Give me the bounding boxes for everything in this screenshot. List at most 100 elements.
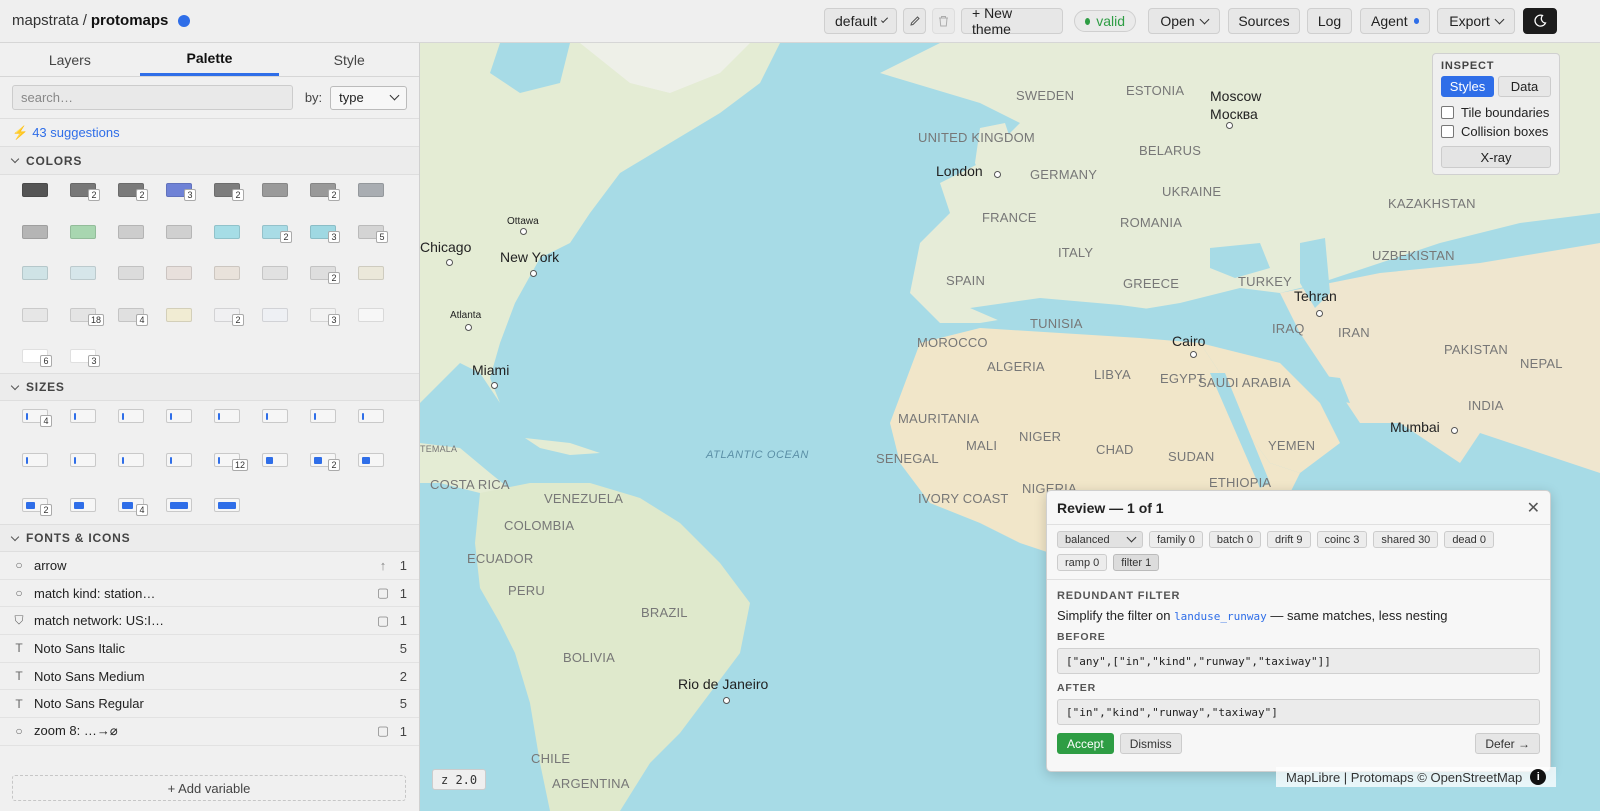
- color-swatch[interactable]: 2: [118, 183, 148, 201]
- fonts-section-header[interactable]: FONTS & ICONS: [0, 524, 419, 552]
- city-label[interactable]: Atlanta: [450, 310, 481, 321]
- country-label[interactable]: SENEGAL: [876, 451, 939, 466]
- color-swatch[interactable]: 3: [70, 349, 100, 368]
- country-label[interactable]: NIGER: [1019, 429, 1061, 444]
- country-label[interactable]: ALGERIA: [987, 359, 1045, 374]
- review-chip[interactable]: shared 30: [1373, 531, 1439, 548]
- color-swatch[interactable]: [166, 266, 192, 281]
- country-label[interactable]: BOLIVIA: [563, 650, 615, 665]
- new-theme-button[interactable]: + New theme: [961, 5, 1063, 37]
- country-label[interactable]: SUDAN: [1168, 449, 1215, 464]
- tab-style[interactable]: Style: [279, 43, 419, 76]
- country-label[interactable]: ESTONIA: [1126, 83, 1184, 98]
- dark-mode-toggle[interactable]: [1523, 8, 1557, 34]
- country-label[interactable]: ECUADOR: [467, 551, 533, 566]
- review-chip[interactable]: family 0: [1149, 531, 1203, 548]
- add-variable-button[interactable]: + Add variable: [12, 775, 406, 801]
- color-swatch[interactable]: [214, 266, 240, 281]
- color-swatch[interactable]: [70, 266, 96, 281]
- suggestions-link[interactable]: ⚡ 43 suggestions: [0, 119, 419, 147]
- color-swatch[interactable]: 2: [214, 183, 244, 201]
- size-swatch[interactable]: 2: [22, 497, 52, 516]
- country-label[interactable]: LIBYA: [1094, 367, 1131, 382]
- country-label[interactable]: UZBEKISTAN: [1372, 248, 1455, 263]
- size-swatch[interactable]: [214, 497, 240, 512]
- review-chip[interactable]: dead 0: [1444, 531, 1494, 548]
- color-swatch[interactable]: [22, 307, 48, 322]
- size-swatch[interactable]: [214, 409, 240, 423]
- review-chip[interactable]: ramp 0: [1057, 554, 1108, 571]
- color-swatch[interactable]: 3: [166, 183, 196, 201]
- color-swatch[interactable]: [70, 224, 96, 239]
- country-label[interactable]: ETHIOPIA: [1209, 475, 1271, 490]
- font-icon-row[interactable]: T Noto Sans Regular 5: [0, 690, 419, 719]
- accept-button[interactable]: Accept: [1057, 733, 1114, 754]
- country-label[interactable]: TUNISIA: [1030, 316, 1083, 331]
- color-swatch[interactable]: [118, 224, 144, 239]
- color-swatch[interactable]: [118, 266, 144, 281]
- font-icon-row[interactable]: ○ arrow ↑ 1: [0, 552, 419, 580]
- country-label[interactable]: KAZAKHSTAN: [1388, 196, 1476, 211]
- size-swatch[interactable]: [118, 409, 144, 423]
- city-label[interactable]: Miami: [472, 362, 509, 378]
- color-swatch[interactable]: [22, 183, 48, 197]
- data-toggle-button[interactable]: Data: [1498, 76, 1551, 97]
- country-label[interactable]: BELARUS: [1139, 143, 1201, 158]
- theme-select[interactable]: default: [824, 8, 897, 34]
- country-label[interactable]: CHAD: [1096, 442, 1134, 457]
- country-label[interactable]: MOROCCO: [917, 335, 988, 350]
- color-swatch[interactable]: 4: [118, 307, 148, 326]
- country-label[interactable]: BRAZIL: [641, 605, 688, 620]
- defer-button[interactable]: Defer →: [1475, 733, 1540, 754]
- log-button[interactable]: Log: [1307, 8, 1352, 34]
- size-swatch[interactable]: [166, 497, 192, 512]
- tab-layers[interactable]: Layers: [0, 43, 140, 76]
- font-icon-row[interactable]: T Noto Sans Medium 2: [0, 663, 419, 691]
- group-by-select[interactable]: type: [330, 85, 407, 110]
- color-swatch[interactable]: [262, 266, 288, 281]
- country-label[interactable]: NEPAL: [1520, 356, 1563, 371]
- color-swatch[interactable]: 5: [358, 224, 388, 243]
- country-label[interactable]: COSTA RICA: [430, 477, 510, 492]
- color-swatch[interactable]: 3: [310, 224, 340, 243]
- city-label[interactable]: Tehran: [1294, 288, 1337, 304]
- country-label[interactable]: IVORY COAST: [918, 491, 1009, 506]
- color-swatch[interactable]: [358, 266, 384, 281]
- project-name[interactable]: protomaps: [91, 12, 169, 29]
- color-swatch[interactable]: 6: [22, 349, 52, 368]
- size-swatch[interactable]: [262, 453, 288, 468]
- color-swatch[interactable]: [214, 224, 240, 239]
- layer-name-code[interactable]: landuse_runway: [1174, 610, 1267, 623]
- size-swatch[interactable]: [70, 409, 96, 423]
- review-chip[interactable]: coinc 3: [1316, 531, 1368, 548]
- styles-toggle-button[interactable]: Styles: [1441, 76, 1494, 97]
- country-label[interactable]: ROMANIA: [1120, 215, 1182, 230]
- size-swatch[interactable]: [358, 409, 384, 423]
- delete-theme-button[interactable]: [932, 8, 955, 34]
- tab-palette[interactable]: Palette: [139, 43, 280, 76]
- review-chip[interactable]: batch 0: [1208, 531, 1261, 548]
- country-label[interactable]: CHILE: [531, 751, 570, 766]
- collision-boxes-checkbox[interactable]: Collision boxes: [1441, 122, 1551, 141]
- color-swatch[interactable]: 18: [70, 307, 105, 326]
- country-label[interactable]: TURKEY: [1238, 274, 1292, 289]
- font-icon-row[interactable]: ○ zoom 8: …→⌀ ▢ 1: [0, 718, 419, 746]
- edit-theme-button[interactable]: [903, 8, 926, 34]
- size-swatch[interactable]: [70, 453, 96, 468]
- country-label[interactable]: GREECE: [1123, 276, 1179, 291]
- review-chip[interactable]: drift 9: [1267, 531, 1311, 548]
- search-input[interactable]: search…: [12, 85, 293, 110]
- org-name[interactable]: mapstrata: [12, 12, 79, 29]
- color-swatch[interactable]: 2: [214, 307, 244, 326]
- country-label[interactable]: PAKISTAN: [1444, 342, 1508, 357]
- review-mode-select[interactable]: balanced: [1057, 531, 1143, 548]
- city-label[interactable]: Москва: [1210, 106, 1258, 122]
- font-icon-row[interactable]: T Noto Sans Italic 5: [0, 635, 419, 663]
- city-label[interactable]: Mumbai: [1390, 419, 1440, 435]
- close-icon[interactable]: ✕: [1527, 498, 1540, 518]
- city-label[interactable]: New York: [500, 249, 559, 265]
- color-swatch[interactable]: [166, 224, 192, 239]
- open-button[interactable]: Open: [1148, 8, 1220, 34]
- color-swatch[interactable]: [262, 183, 288, 197]
- country-label[interactable]: IRAN: [1338, 325, 1370, 340]
